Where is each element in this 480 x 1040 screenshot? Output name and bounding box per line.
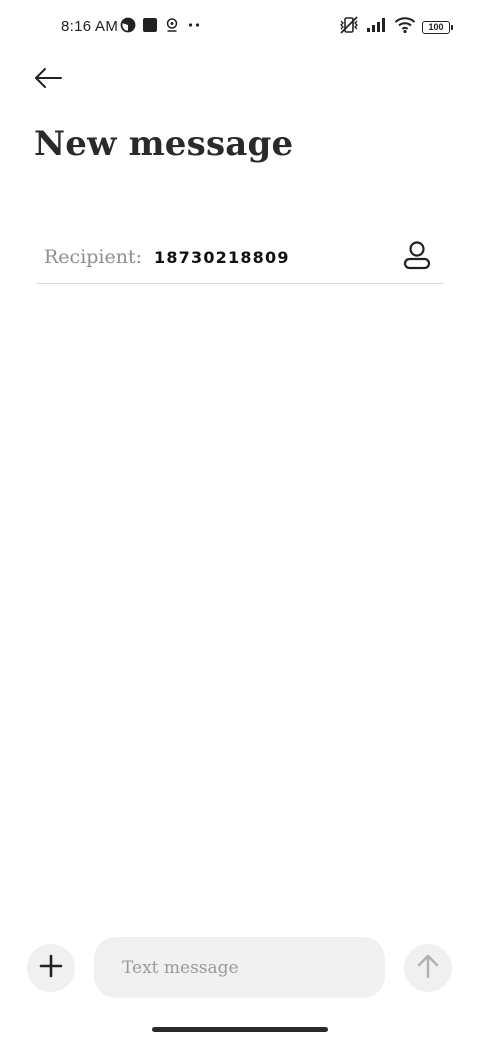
person-icon: [403, 240, 431, 274]
vibrate-off-icon: [338, 15, 360, 39]
data-saver-icon: [120, 17, 136, 37]
send-button[interactable]: [404, 944, 452, 992]
more-dots-icon: [186, 17, 202, 37]
page-title: New message: [34, 124, 294, 164]
arrow-left-icon: [33, 67, 63, 93]
battery-icon: 100: [422, 20, 453, 34]
back-button[interactable]: [26, 60, 70, 100]
signal-icon: [366, 17, 388, 37]
recipient-label: Recipient:: [44, 246, 143, 268]
status-left-icons: [120, 17, 202, 37]
home-indicator[interactable]: [152, 1027, 328, 1032]
status-right-icons: 100: [338, 15, 453, 39]
app-square-icon: [142, 17, 158, 37]
recipient-row[interactable]: Recipient: 18730218809: [36, 232, 444, 284]
location-pin-icon: [164, 17, 180, 37]
recipient-value[interactable]: 18730218809: [154, 248, 290, 267]
contact-picker-button[interactable]: [400, 240, 434, 274]
status-bar: 8:16 AM 100: [0, 0, 480, 56]
attach-button[interactable]: [27, 944, 75, 992]
message-input[interactable]: [94, 937, 385, 998]
arrow-up-icon: [416, 953, 440, 983]
plus-icon: [39, 954, 63, 982]
status-time: 8:16 AM: [61, 18, 119, 35]
wifi-icon: [394, 16, 416, 38]
